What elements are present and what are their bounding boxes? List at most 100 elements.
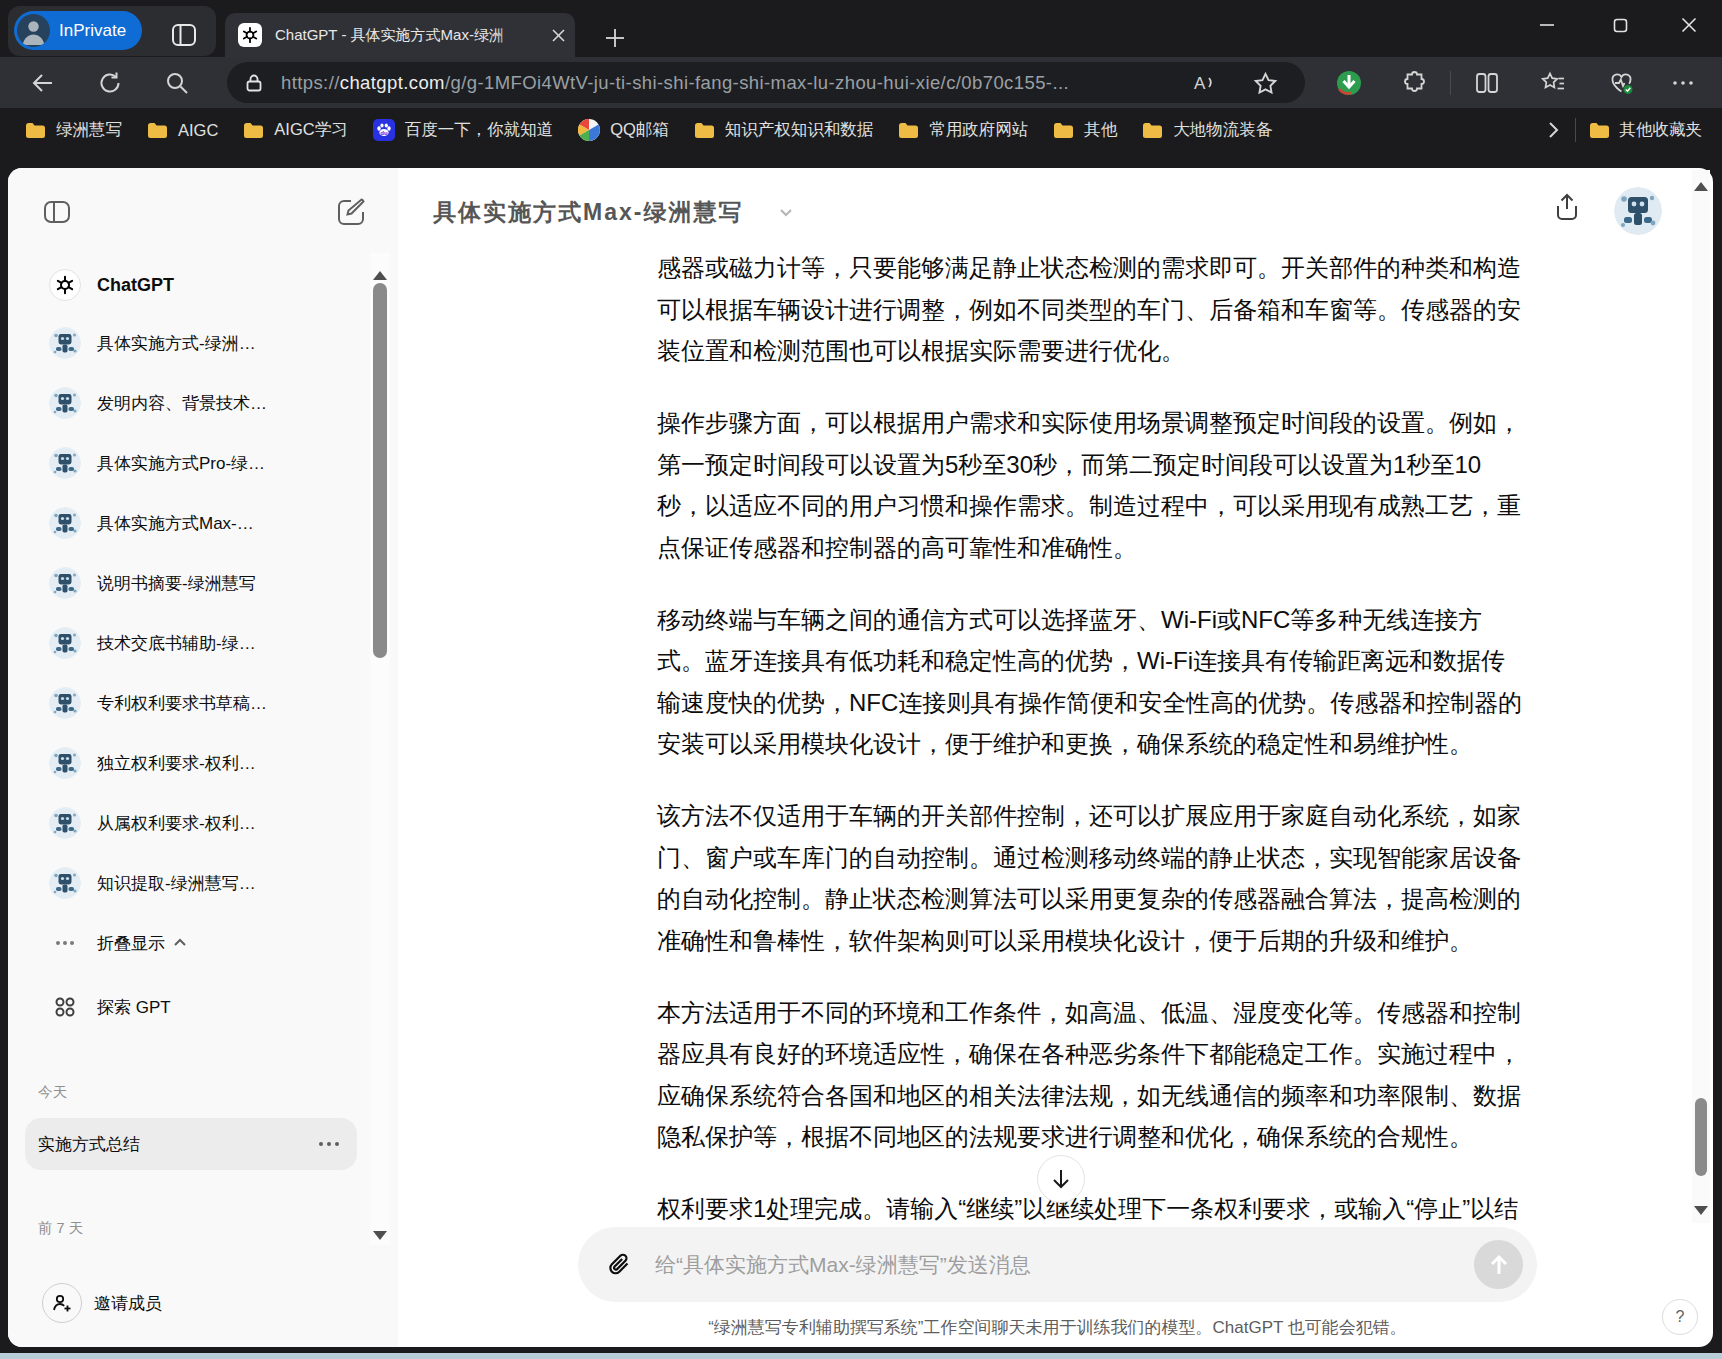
chat-line: 移动终端与车辆之间的通信方式可以选择蓝牙、Wi-Fi或NFC等多种无线连接方 (657, 599, 1557, 641)
idm-extension-icon[interactable] (1334, 68, 1364, 98)
sidebar-toggle-icon[interactable] (41, 196, 73, 228)
chat-paragraph: 权利要求1处理完成。请输入“继续”以继续处理下一条权利要求，或输入“停止”以结 (657, 1188, 1557, 1230)
chat-line: 装位置和检测范围也可以根据实际需要进行优化。 (657, 330, 1557, 372)
sidebar-item-gpt[interactable]: 独立权利要求-权利… (49, 741, 373, 785)
bookmark-label: QQ邮箱 (610, 119, 669, 141)
bookmarks-overflow-icon[interactable] (1544, 121, 1562, 139)
share-icon[interactable] (1551, 191, 1583, 223)
gpt-item-label: 具体实施方式Pro-绿… (97, 452, 265, 475)
send-button[interactable] (1474, 1240, 1523, 1289)
folder-icon (147, 122, 168, 139)
tab-close-icon[interactable] (547, 24, 569, 46)
gpt-avatar-icon (49, 327, 81, 359)
window-minimize-button[interactable] (1524, 0, 1570, 50)
bookmark-item[interactable]: 绿洲慧写 (25, 119, 122, 141)
gpt-avatar[interactable] (1614, 187, 1662, 235)
gpt-avatar-icon (49, 747, 81, 779)
help-button[interactable]: ? (1662, 1299, 1698, 1335)
chat-line: 第一预定时间段可以设置为5秒至30秒，而第二预定时间段可以设置为1秒至10 (657, 444, 1557, 486)
toolbar-separator (1450, 71, 1451, 95)
browser-essentials-icon[interactable] (1606, 68, 1636, 98)
scroll-to-bottom-button[interactable] (1037, 1155, 1085, 1203)
favorites-hub-icon[interactable] (1538, 68, 1568, 98)
sidebar-item-invite[interactable]: 邀请成员 (42, 1281, 366, 1325)
chat-line: 该方法不仅适用于车辆的开关部件控制，还可以扩展应用于家庭自动化系统，如家 (657, 795, 1557, 837)
chat-line: 式。蓝牙连接具有低功耗和稳定性高的优势，Wi-Fi连接具有传输距离远和数据传 (657, 640, 1557, 682)
chat-paragraph: 本方法适用于不同的环境和工作条件，如高温、低温、湿度变化等。传感器和控制器应具有… (657, 992, 1557, 1158)
tab-actions-icon[interactable] (167, 18, 201, 52)
new-chat-icon[interactable] (335, 196, 367, 228)
back-icon[interactable] (28, 68, 58, 98)
section-header-prev7days: 前 7 天 (38, 1219, 83, 1238)
message-input[interactable]: 给“具体实施方式Max-绿洲慧写”发送消息 (578, 1227, 1537, 1302)
bookmark-label: 常用政府网站 (929, 119, 1028, 141)
new-tab-button[interactable] (601, 24, 629, 52)
sidebar-item-chatgpt[interactable]: ChatGPT (49, 263, 373, 307)
desktop-strip (0, 1353, 1722, 1359)
sidebar-item-gpt[interactable]: 知识提取-绿洲慧写… (49, 861, 373, 905)
chat-line: 安装可以采用模块化设计，便于维护和更换，确保系统的稳定性和易维护性。 (657, 723, 1557, 765)
sidebar-item-gpt[interactable]: 从属权利要求-权利… (49, 801, 373, 845)
sidebar-item-explore-gpt[interactable]: 探索 GPT (49, 985, 373, 1029)
invite-members-icon (42, 1283, 82, 1323)
chat-line: 可以根据车辆设计进行调整，例如不同类型的车门、后备箱和车窗等。传感器的安 (657, 289, 1557, 331)
settings-more-icon[interactable] (1668, 68, 1698, 98)
sidebar-item-gpt[interactable]: 具体实施方式Max-… (49, 501, 373, 545)
explore-gpts-icon (49, 991, 81, 1023)
bookmark-label: AIGC学习 (274, 119, 347, 141)
qq-icon (578, 119, 600, 141)
gpt-item-label: 具体实施方式-绿洲… (97, 332, 256, 355)
chat-options-icon[interactable] (319, 1142, 339, 1146)
sidebar-item-gpt[interactable]: 技术交底书辅助-绿… (49, 621, 373, 665)
bookmark-label: 大地物流装备 (1173, 119, 1272, 141)
main-scrollbar[interactable] (1692, 170, 1710, 1223)
gpt-avatar-icon (49, 387, 81, 419)
profile-container: InPrivate (8, 6, 216, 56)
bookmark-item[interactable]: QQ邮箱 (578, 119, 669, 141)
gpt-item-label: 从属权利要求-权利… (97, 812, 256, 835)
conversation-title[interactable]: 具体实施方式Max-绿洲慧写 (433, 194, 743, 230)
bookmark-label: 百度一下，你就知道 (405, 119, 554, 141)
gpt-item-label: 具体实施方式Max-… (97, 512, 254, 535)
refresh-icon[interactable] (95, 68, 125, 98)
lock-icon[interactable] (239, 68, 269, 98)
sidebar-item-gpt[interactable]: 发明内容、背景技术… (49, 381, 373, 425)
bookmark-item[interactable]: AIGC学习 (243, 119, 347, 141)
split-screen-icon[interactable] (1472, 68, 1502, 98)
window-maximize-button[interactable] (1597, 0, 1643, 50)
extensions-icon[interactable] (1400, 68, 1430, 98)
attach-icon[interactable] (604, 1250, 634, 1280)
folder-icon (1142, 122, 1163, 139)
read-aloud-icon[interactable]: A (1189, 68, 1219, 98)
bookmark-item[interactable]: 大地物流装备 (1142, 119, 1272, 141)
sidebar-item-gpt[interactable]: 说明书摘要-绿洲慧写 (49, 561, 373, 605)
gpt-item-label: 专利权利要求书草稿… (97, 692, 267, 715)
folder-icon (1053, 122, 1074, 139)
sidebar-scrollbar[interactable] (370, 253, 390, 1245)
favorite-star-icon[interactable] (1250, 68, 1280, 98)
sidebar-item-collapse[interactable]: 折叠显示 (49, 921, 373, 965)
search-icon[interactable] (162, 68, 192, 98)
address-bar[interactable]: https://chatgpt.com/g/g-1MFOi4WtV-ju-ti-… (227, 62, 1305, 103)
chatgpt-page: ChatGPT 具体实施方式-绿洲… 发明内容、背景技术… 具体实施方式Pro-绿…… (8, 168, 1713, 1347)
bookmark-label: 绿洲慧写 (56, 119, 122, 141)
chat-line: 权利要求1处理完成。请输入“继续”以继续处理下一条权利要求，或输入“停止”以结 (657, 1188, 1557, 1230)
sidebar-item-gpt[interactable]: 具体实施方式-绿洲… (49, 321, 373, 365)
bookmark-item[interactable]: 知识产权知识和数据 (694, 119, 874, 141)
folder-icon (694, 122, 715, 139)
inprivate-label: InPrivate (59, 21, 126, 41)
sidebar-chat-item[interactable]: 实施方式总结 (25, 1118, 357, 1170)
window-close-button[interactable] (1666, 0, 1712, 50)
disclaimer-text: “绿洲慧写专利辅助撰写系统”工作空间聊天未用于训练我们的模型。ChatGPT 也… (578, 1316, 1537, 1339)
bookmark-item[interactable]: 常用政府网站 (898, 119, 1028, 141)
svg-text:A: A (1194, 74, 1206, 93)
bookmark-item[interactable]: du百度一下，你就知道 (373, 119, 554, 141)
tab-title-fade (495, 13, 535, 57)
sidebar-item-gpt[interactable]: 专利权利要求书草稿… (49, 681, 373, 725)
browser-tab[interactable]: ChatGPT - 具体实施方式Max-绿洲 (225, 13, 575, 57)
other-favorites[interactable]: 其他收藏夹 (1589, 119, 1703, 141)
sidebar-item-gpt[interactable]: 具体实施方式Pro-绿… (49, 441, 373, 485)
bookmark-item[interactable]: 其他 (1053, 119, 1117, 141)
inprivate-badge[interactable]: InPrivate (14, 11, 142, 50)
bookmark-item[interactable]: AIGC (147, 121, 218, 140)
